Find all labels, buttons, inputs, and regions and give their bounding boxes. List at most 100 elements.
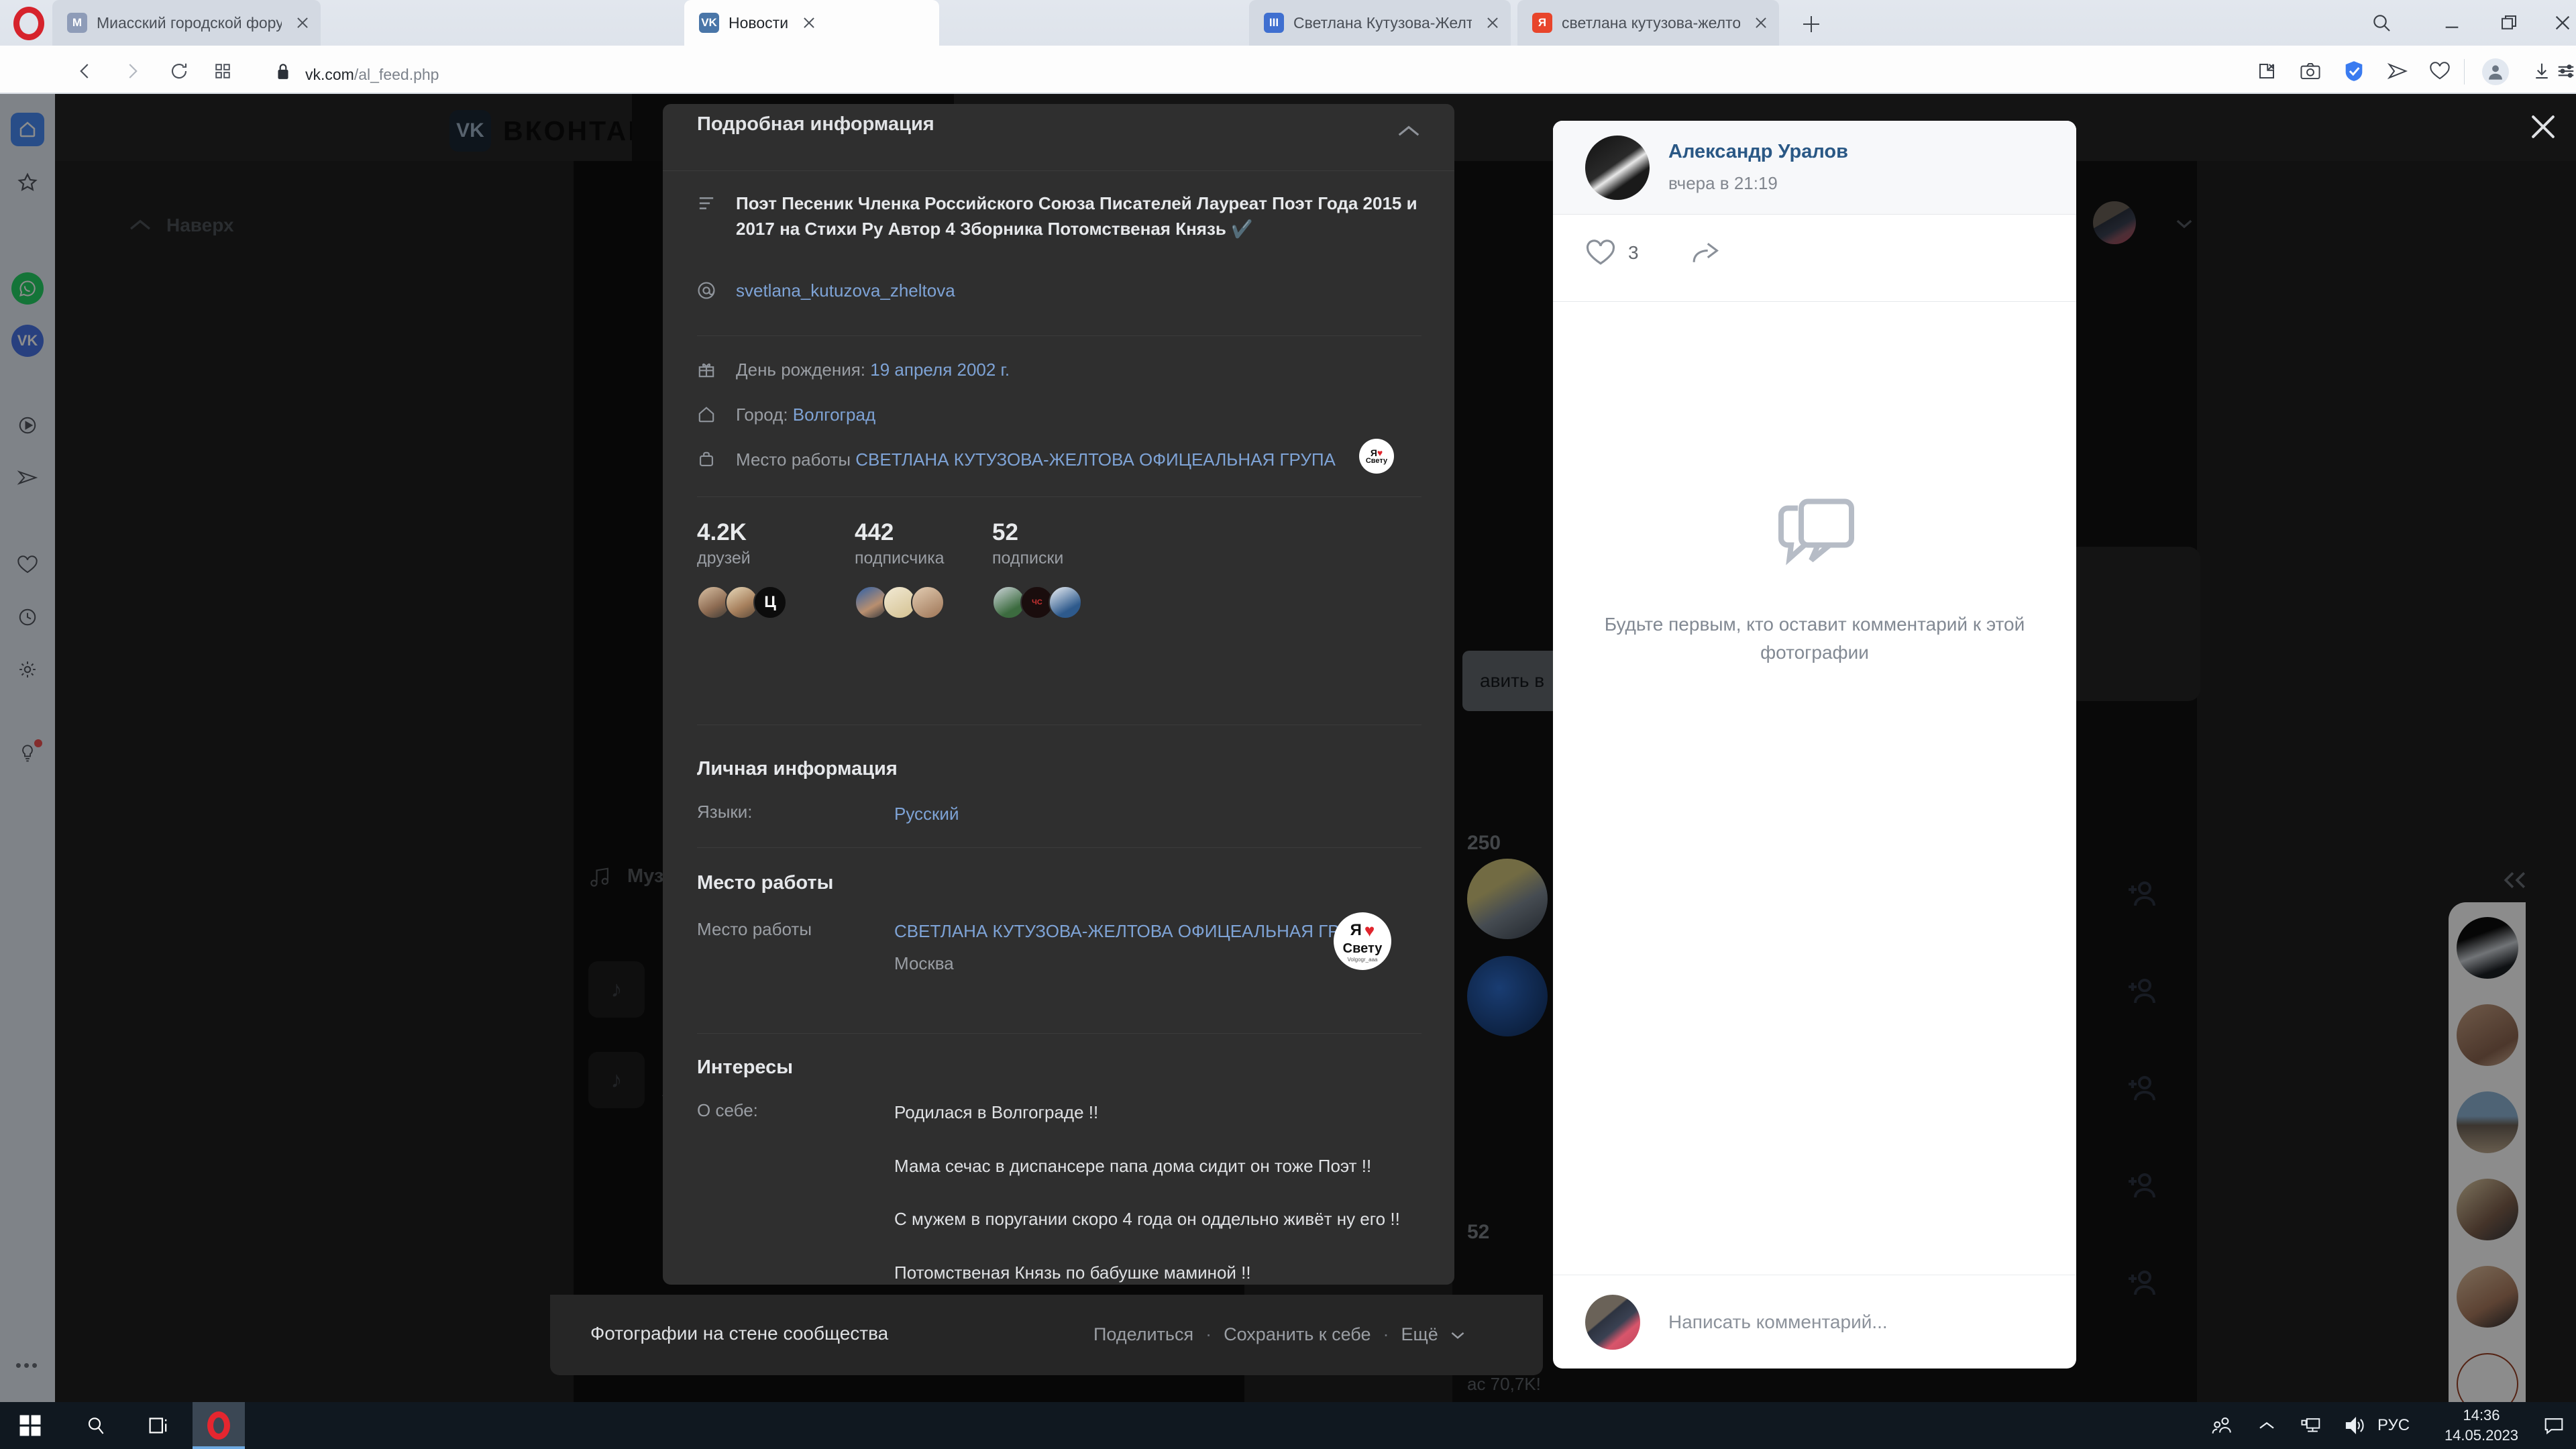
- window-close-icon[interactable]: [2542, 7, 2576, 39]
- heart-icon[interactable]: [2424, 56, 2456, 86]
- comment-compose-row[interactable]: Написать комментарий...: [1553, 1275, 2076, 1368]
- forward-icon[interactable]: [117, 56, 147, 86]
- system-tray: РУС 14:36 14.05.2023: [2200, 1402, 2576, 1449]
- comment-panel-header: Александр Уралов вчера в 21:19: [1553, 121, 2076, 215]
- work-group-badge-large[interactable]: Я ♥ Свету Volgogr_aaa: [1334, 912, 1391, 970]
- taskbar-opera-icon[interactable]: [193, 1402, 245, 1449]
- clock-date: 14.05.2023: [2444, 1427, 2519, 1444]
- share-button[interactable]: [1690, 239, 1723, 267]
- section-divider: [697, 847, 1421, 848]
- browser-tab-5[interactable]: Я светлана кутузова-желтов: [1517, 0, 1779, 46]
- window-search-icon[interactable]: [2361, 7, 2402, 39]
- personal-info-section-title: Личная информация: [697, 758, 898, 780]
- author-name-link[interactable]: Александр Уралов: [1668, 141, 1848, 163]
- tab-label: Новости: [729, 13, 789, 32]
- home-icon: [697, 402, 716, 428]
- opera-logo: [13, 7, 44, 40]
- badge-line3: Volgogr_aaa: [1347, 956, 1378, 963]
- work-group-badge[interactable]: Я♥ Свету: [1359, 439, 1394, 474]
- vk-favicon: VK: [699, 13, 719, 33]
- tab-label: Светлана Кутузова-Желто: [1293, 13, 1472, 32]
- messenger-icon[interactable]: [2381, 56, 2414, 86]
- counter-subscriptions[interactable]: 52 подписки ЧС: [992, 519, 1082, 619]
- avatar: [911, 585, 945, 619]
- avatar[interactable]: [1585, 136, 1650, 200]
- url-domain: vk.com: [305, 66, 354, 83]
- task-view-icon[interactable]: [144, 1410, 175, 1441]
- counter-label: друзей: [697, 548, 751, 568]
- new-tab-button[interactable]: [1798, 11, 1825, 38]
- counter-friends[interactable]: 4.2K друзей Ц: [697, 519, 787, 619]
- avatar: [1049, 585, 1082, 619]
- windows-start-icon[interactable]: [15, 1410, 46, 1441]
- comment-bubbles-icon: [1553, 496, 2076, 570]
- taskbar-search-icon[interactable]: [80, 1410, 111, 1441]
- about-paragraph: Мама сечас в диспансере папа дома сидит …: [894, 1155, 1372, 1176]
- section-divider: [697, 724, 1421, 725]
- window-maximize-icon[interactable]: [2489, 7, 2529, 39]
- volume-icon[interactable]: [2333, 1402, 2377, 1449]
- counters-row: 4.2K друзей Ц 442 подписчика 52 подписки…: [697, 519, 1421, 681]
- language-indicator[interactable]: РУС: [2377, 1416, 2431, 1435]
- tab-close-icon[interactable]: [291, 11, 314, 34]
- network-icon[interactable]: [2289, 1402, 2333, 1449]
- more-link[interactable]: Ещё: [1401, 1324, 1438, 1345]
- separator: ·: [1383, 1324, 1389, 1344]
- tab-close-icon[interactable]: [1750, 11, 1772, 34]
- detailed-info-modal: Подробная информация Поэт Песеник Членка…: [663, 104, 1454, 1285]
- notification-icon[interactable]: [2532, 1402, 2576, 1449]
- city-label: Город:: [736, 405, 788, 425]
- about-field: О себе: Родилася в Волгограде !! Мама се…: [697, 1100, 1421, 1285]
- photo-caption: Фотографии на стене сообщества: [590, 1323, 889, 1344]
- windows-taskbar: РУС 14:36 14.05.2023: [0, 1402, 2576, 1449]
- speed-dial-icon[interactable]: [208, 56, 237, 86]
- lock-icon[interactable]: [268, 56, 298, 86]
- birthday-value-link[interactable]: 19 апреля 2002 г.: [870, 360, 1010, 380]
- pin-extension-icon[interactable]: [2251, 56, 2283, 86]
- tab-label: Миасский городской фору: [97, 13, 282, 32]
- close-icon[interactable]: [2522, 106, 2564, 148]
- work-inline-label: Место работы: [736, 449, 851, 470]
- city-value-link[interactable]: Волгоград: [793, 405, 875, 425]
- chevron-up-icon[interactable]: [2245, 1402, 2289, 1449]
- status-text: Поэт Песеник Членка Российского Союза Пи…: [736, 193, 1417, 239]
- clock[interactable]: 14:36 14.05.2023: [2431, 1405, 2532, 1445]
- birthday-label: День рождения:: [736, 360, 866, 380]
- downloads-icon[interactable]: [2526, 56, 2558, 86]
- comment-input-placeholder[interactable]: Написать комментарий...: [1668, 1311, 1888, 1333]
- interests-section-title: Интересы: [697, 1057, 794, 1078]
- work-inline-value-link[interactable]: СВЕТЛАНА КУТУЗОВА-ЖЕЛТОВА ОФИЦЕАЛЬНАЯ ГР…: [855, 449, 1336, 470]
- like-button[interactable]: 3: [1585, 239, 1639, 267]
- like-count: 3: [1628, 242, 1639, 263]
- work-inline-row: Место работы СВЕТЛАНА КУТУЗОВА-ЖЕЛТОВА О…: [697, 447, 1421, 473]
- counter-number: 4.2K: [697, 519, 747, 545]
- shield-icon[interactable]: [2338, 56, 2370, 86]
- people-icon[interactable]: [2200, 1402, 2245, 1449]
- birthday-row: День рождения: 19 апреля 2002 г.: [697, 358, 1421, 383]
- reload-icon[interactable]: [164, 56, 194, 86]
- browser-tab-3[interactable]: III Светлана Кутузова-Желто: [1249, 0, 1511, 46]
- work-value-link[interactable]: СВЕТЛАНА КУТУЗОВА-ЖЕЛТОВА ОФИЦЕАЛЬНАЯ ГР…: [894, 921, 1375, 941]
- chevron-down-icon[interactable]: [1450, 1330, 1465, 1340]
- profile-avatar[interactable]: [2482, 58, 2509, 85]
- share-link[interactable]: Поделиться: [1093, 1324, 1193, 1345]
- easy-setup-icon[interactable]: [2556, 56, 2576, 86]
- chevron-up-icon[interactable]: [1395, 123, 1422, 140]
- browser-tab-0[interactable]: М Миасский городской фору: [52, 0, 321, 46]
- save-link[interactable]: Сохранить к себе: [1224, 1324, 1371, 1345]
- snapshot-icon[interactable]: [2294, 56, 2326, 86]
- counter-followers[interactable]: 442 подписчика: [855, 519, 945, 619]
- separator: ·: [1205, 1324, 1212, 1344]
- browser-tab-1[interactable]: VK Новости: [684, 0, 939, 46]
- tab-close-icon[interactable]: [1481, 11, 1504, 34]
- back-icon[interactable]: [70, 56, 100, 86]
- tab-close-icon[interactable]: [798, 11, 820, 34]
- briefcase-icon: [697, 447, 716, 473]
- work-section-title: Место работы: [697, 872, 834, 894]
- window-minimize-icon[interactable]: [2432, 7, 2472, 39]
- counter-label: подписчика: [855, 548, 945, 568]
- url-text[interactable]: vk.com/al_feed.php: [305, 66, 439, 84]
- instagram-handle-link[interactable]: svetlana_kutuzova_zheltova: [736, 280, 955, 301]
- city-row: Город: Волгоград: [697, 402, 1421, 428]
- language-value-link[interactable]: Русский: [894, 804, 959, 824]
